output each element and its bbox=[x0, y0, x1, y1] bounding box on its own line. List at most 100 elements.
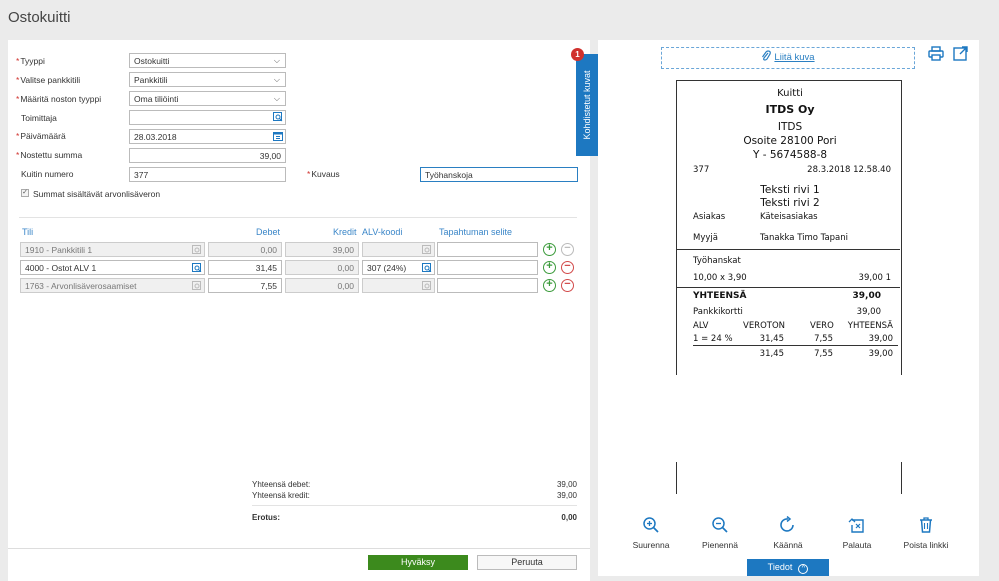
add-row-button[interactable]: + bbox=[543, 243, 556, 256]
col-header-kredit: Kredit bbox=[333, 227, 357, 237]
vat-sum-total: 39,00 bbox=[868, 349, 893, 359]
chevron-down-icon: ⌵ bbox=[273, 56, 280, 65]
rotate-button[interactable]: Käännä bbox=[758, 516, 818, 550]
zoom-in-icon bbox=[643, 517, 659, 533]
alv-checkbox[interactable]: ✓ bbox=[21, 189, 29, 197]
col-header-tili: Tili bbox=[22, 227, 34, 237]
receipt-number: 377 bbox=[693, 165, 710, 175]
receipt-total-label: YHTEENSÄ bbox=[693, 291, 747, 301]
search-list-icon bbox=[422, 281, 431, 290]
vat-row-veroton: 31,45 bbox=[759, 334, 784, 344]
restore-icon bbox=[848, 518, 864, 533]
rotate-icon bbox=[780, 516, 794, 532]
toimittaja-label: Toimittaja bbox=[21, 113, 57, 123]
noston-tyyppi-select[interactable]: Oma tiliöinti ⌵ bbox=[129, 91, 286, 106]
receipt-item-name: Työhanskat bbox=[693, 256, 741, 266]
row2-kredit-input[interactable]: 0,00 bbox=[285, 260, 359, 275]
nostettu-summa-input[interactable]: 39,00 bbox=[129, 148, 286, 163]
remove-row-button[interactable]: − bbox=[561, 279, 574, 292]
receipt-image-bottom bbox=[676, 462, 902, 494]
col-header-alv: ALV-koodi bbox=[362, 227, 403, 237]
pankkitili-select[interactable]: Pankkitili ⌵ bbox=[129, 72, 286, 87]
vat-row-vero: 7,55 bbox=[814, 334, 833, 344]
zoom-in-button[interactable]: Suurenna bbox=[621, 516, 681, 550]
chevron-down-icon: ⌵ bbox=[273, 94, 280, 103]
receipt-image: Kuitti ITDS Oy ITDS Osoite 28100 Pori Y … bbox=[676, 80, 902, 375]
receipt-item-total: 39,00 1 bbox=[858, 273, 891, 283]
erotus-label: Erotus: bbox=[252, 513, 280, 522]
tyyppi-select[interactable]: Ostokuitti ⌵ bbox=[129, 53, 286, 68]
chevron-down-icon: ⌵ bbox=[273, 75, 280, 84]
page-title: Ostokuitti bbox=[8, 9, 71, 26]
col-header-selite: Tapahtuman selite bbox=[439, 227, 513, 237]
details-toggle-button[interactable]: Tiedot ^ bbox=[747, 559, 829, 576]
receipt-company: ITDS Oy bbox=[765, 103, 815, 116]
receipt-divider bbox=[693, 345, 898, 346]
total-debet-label: Yhteensä debet: bbox=[252, 480, 311, 489]
add-row-button[interactable]: + bbox=[543, 261, 556, 274]
zoom-out-icon bbox=[712, 517, 728, 533]
search-list-icon[interactable] bbox=[422, 263, 432, 272]
vat-header-alv: ALV bbox=[693, 321, 709, 331]
cancel-button[interactable]: Peruuta bbox=[477, 555, 577, 570]
total-kredit-label: Yhteensä kredit: bbox=[252, 491, 310, 500]
chevron-up-icon: ^ bbox=[798, 564, 809, 574]
row3-debet-input[interactable]: 7,55 bbox=[208, 278, 282, 293]
search-list-icon[interactable] bbox=[273, 112, 283, 122]
remove-link-button[interactable]: Poista linkki bbox=[896, 516, 956, 550]
receipt-ytunnus: Y - 5674588-8 bbox=[752, 149, 828, 161]
search-list-icon bbox=[422, 245, 431, 254]
row2-tili-input[interactable]: 4000 - Ostot ALV 1 bbox=[20, 260, 205, 275]
receipt-item-qty: 10,00 x 3,90 bbox=[693, 273, 747, 283]
remove-row-button[interactable]: − bbox=[561, 243, 574, 256]
vat-header-yhteensa: YHTEENSÄ bbox=[847, 321, 893, 331]
receipt-payment-label: Pankkikortti bbox=[693, 307, 743, 317]
tyyppi-label: *Tyyppi bbox=[16, 56, 45, 66]
attached-images-tab[interactable]: Kohdistetut kuvat bbox=[576, 54, 598, 156]
open-external-icon[interactable] bbox=[953, 46, 969, 61]
receipt-divider bbox=[677, 249, 900, 250]
calendar-icon[interactable] bbox=[273, 131, 283, 141]
vat-sum-veroton: 31,45 bbox=[759, 349, 784, 359]
receipt-seller-value: Tanakka Timo Tapani bbox=[760, 233, 849, 243]
search-list-icon[interactable] bbox=[192, 263, 202, 272]
receipt-title: Kuitti bbox=[777, 88, 803, 99]
attach-image-button[interactable]: Liitä kuva bbox=[661, 47, 915, 69]
row2-selite-input[interactable] bbox=[437, 260, 538, 275]
row1-kredit-input[interactable]: 39,00 bbox=[285, 242, 359, 257]
vat-header-veroton: VEROTON bbox=[743, 321, 786, 331]
remove-row-button[interactable]: − bbox=[561, 261, 574, 274]
erotus-value: 0,00 bbox=[561, 513, 577, 522]
vat-row-total: 39,00 bbox=[868, 334, 893, 344]
receipt-customer-label: Asiakas bbox=[693, 212, 726, 222]
row1-debet-input[interactable]: 0,00 bbox=[208, 242, 282, 257]
receipt-datetime: 28.3.2018 12.58.40 bbox=[807, 165, 891, 175]
kuvaus-input[interactable]: Työhanskoja bbox=[420, 167, 578, 182]
row3-kredit-input[interactable]: 0,00 bbox=[285, 278, 359, 293]
kuitin-numero-input[interactable]: 377 bbox=[129, 167, 286, 182]
accept-button[interactable]: Hyväksy bbox=[368, 555, 468, 570]
receipt-divider bbox=[677, 287, 900, 288]
kuvaus-label: *Kuvaus bbox=[307, 169, 340, 179]
restore-button[interactable]: Palauta bbox=[827, 516, 887, 550]
vat-header-vero: VERO bbox=[810, 321, 834, 331]
print-icon[interactable] bbox=[928, 46, 944, 61]
row3-selite-input[interactable] bbox=[437, 278, 538, 293]
alv-checkbox-label: Summat sisältävät arvonlisäveron bbox=[33, 189, 161, 199]
row1-tili-input[interactable]: 1910 - Pankkitili 1 bbox=[20, 242, 205, 257]
receipt-payment-value: 39,00 bbox=[856, 307, 881, 317]
receipt-seller-label: Myyjä bbox=[693, 233, 718, 243]
receipt-total-value: 39,00 bbox=[852, 291, 881, 301]
col-header-debet: Debet bbox=[256, 227, 281, 237]
attached-count-badge: 1 bbox=[571, 48, 584, 61]
zoom-out-button[interactable]: Pienennä bbox=[690, 516, 750, 550]
row3-tili-input[interactable]: 1763 - Arvonlisäverosaamiset bbox=[20, 278, 205, 293]
row2-debet-input[interactable]: 31,45 bbox=[208, 260, 282, 275]
noston-tyyppi-label: *Määritä noston tyyppi bbox=[16, 94, 102, 104]
row1-selite-input[interactable] bbox=[437, 242, 538, 257]
add-row-button[interactable]: + bbox=[543, 279, 556, 292]
paivamaara-input[interactable]: 28.03.2018 bbox=[129, 129, 286, 144]
receipt-text2: Teksti rivi 2 bbox=[760, 197, 820, 209]
form-panel bbox=[8, 40, 590, 548]
toimittaja-input[interactable] bbox=[129, 110, 286, 125]
